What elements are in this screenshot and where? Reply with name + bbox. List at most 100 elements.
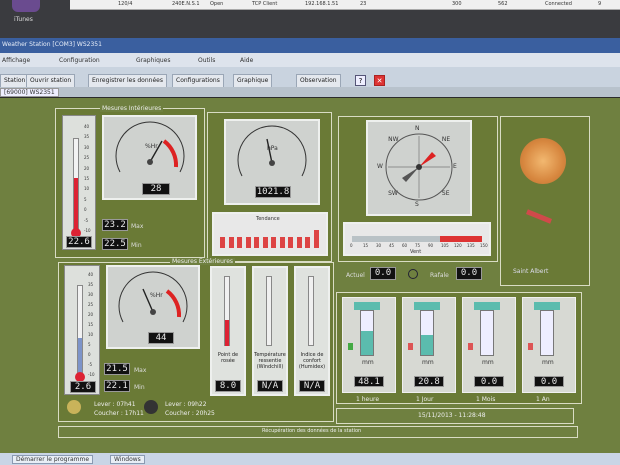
toolbar-button[interactable]: Configurations	[172, 74, 224, 88]
datetime-text: 15/11/2013 - 11:28:48	[418, 412, 486, 419]
scale-tick: 5	[84, 196, 87, 202]
menu-item[interactable]: Graphiques	[136, 57, 171, 64]
trend-bar	[279, 237, 285, 248]
dewpoint-display: 8.0	[215, 380, 241, 392]
compass-dir: SW	[388, 189, 398, 197]
trend-bar	[296, 237, 302, 248]
scale-tick: -5	[88, 362, 92, 367]
trend-bar	[237, 237, 242, 248]
rain-unit: mm	[482, 359, 494, 366]
outdoor-humidity-display: 44	[148, 332, 174, 344]
trend-bar	[262, 237, 268, 248]
wind-tick: 105	[441, 243, 449, 248]
connection-table	[70, 0, 620, 10]
help-icon[interactable]: ?	[355, 75, 366, 86]
compass-dir: N	[415, 125, 420, 132]
rain-funnel	[474, 302, 500, 310]
indoor-temp-display: 22.6	[66, 236, 92, 248]
outdoor-humidity-unit: %Hr	[150, 292, 163, 299]
scale-tick: 10	[84, 186, 90, 192]
indoor-max-display: 23.2	[102, 219, 128, 231]
connection-cell: Connected	[545, 1, 572, 7]
compass-dir: W	[377, 163, 383, 170]
connection-cell: 192.168.1.51	[305, 1, 339, 7]
menu-item[interactable]: Outils	[198, 57, 215, 64]
humidex-label: Indice de confort (Humidex)	[298, 352, 326, 370]
rain-fill	[421, 335, 433, 355]
trend-bar	[313, 230, 319, 248]
rain-display: 0.0	[474, 376, 504, 387]
outdoor-title: Mesures Extérieures	[170, 258, 236, 265]
rain-display: 48.1	[354, 376, 384, 387]
taskbar-item-2[interactable]: Windows	[110, 455, 145, 464]
indoor-max-label: Max	[131, 223, 144, 230]
indoor-min-display: 22.5	[102, 238, 128, 250]
scale-tick: 15	[88, 322, 94, 327]
indoor-min-label: Min	[131, 242, 142, 249]
menu-item[interactable]: Aide	[240, 57, 253, 64]
rain-display: 0.0	[534, 376, 564, 387]
wind-tick: 0	[350, 243, 353, 248]
outdoor-humidity-dial	[118, 271, 188, 323]
trend-bar	[305, 237, 310, 248]
connection-cell: 23	[360, 1, 367, 7]
itunes-icon[interactable]	[12, 0, 40, 12]
rain-tube	[540, 310, 554, 356]
taskbar-item-1[interactable]: Démarrer le programme	[12, 455, 94, 464]
wind-rafale-label: Rafale	[430, 272, 449, 279]
indoor-temp-fill	[74, 178, 78, 233]
menu-item[interactable]: Configuration	[59, 57, 100, 64]
sun-location-label: Saint Albert	[513, 268, 549, 275]
scale-tick: -10	[84, 228, 91, 233]
scale-tick: -10	[88, 372, 95, 377]
compass-dir: SE	[441, 189, 450, 197]
pressure-display: 1021.8	[255, 186, 291, 198]
outdoor-temp-display: 2.6	[70, 381, 96, 393]
toolbar-button[interactable]: Graphique	[233, 74, 273, 88]
windchill-display: N/A	[257, 380, 283, 392]
rain-marker	[468, 343, 473, 350]
dewpoint-label: Point de rosée	[217, 352, 239, 364]
scale-tick: 40	[88, 272, 94, 277]
rain-marker	[408, 343, 413, 350]
rain-fill	[361, 331, 373, 355]
status-text: Récupération des données de la station	[262, 428, 362, 434]
scale-tick: 0	[88, 352, 91, 357]
indoor-humidity-display: 28	[142, 183, 170, 195]
compass-dir: E	[453, 163, 457, 170]
trend-bar	[245, 237, 251, 248]
toolbar-button[interactable]: Observation	[296, 74, 341, 88]
menu-item[interactable]: Affichage	[2, 57, 30, 64]
indoor-title: Mesures Intérieures	[100, 105, 164, 112]
sunset-text: Coucher : 17h11	[94, 410, 144, 417]
trend-bar	[220, 237, 225, 248]
connection-cell: 120/4	[118, 1, 133, 7]
toolbar-button[interactable]: Station	[0, 74, 30, 88]
close-icon[interactable]: ✕	[374, 75, 385, 86]
outdoor-max-display: 21.5	[104, 363, 130, 375]
connection-cell: 9	[598, 1, 602, 7]
moonset-text: Coucher : 20h25	[165, 410, 215, 417]
scale-tick: 20	[88, 312, 94, 317]
pressure-dial	[237, 125, 307, 177]
tab-station[interactable]: [69000] WS2351	[0, 88, 59, 97]
rain-marker	[348, 343, 353, 350]
pressure-unit: hPa	[267, 145, 278, 152]
wind-tick: 120	[454, 243, 462, 248]
scale-tick: 40	[84, 124, 90, 129]
windchill-column	[266, 276, 272, 346]
connection-cell: 300	[452, 1, 462, 7]
dewpoint-fill	[225, 320, 229, 346]
window-title: Weather Station [COM3] WS2351	[2, 41, 102, 48]
toolbar-button[interactable]: Ouvrir station	[26, 74, 76, 88]
trend-bar	[254, 237, 259, 248]
wind-tick: 15	[363, 243, 369, 248]
scale-tick: 5	[88, 342, 91, 347]
tab-bar	[0, 87, 620, 97]
rain-tube	[480, 310, 494, 356]
scale-tick: 10	[88, 332, 94, 337]
wind-status-indicator	[408, 269, 418, 279]
wind-rafale-display: 0.0	[456, 267, 482, 280]
toolbar-button[interactable]: Enregistrer les données	[88, 74, 167, 88]
outdoor-max-label: Max	[134, 367, 147, 374]
